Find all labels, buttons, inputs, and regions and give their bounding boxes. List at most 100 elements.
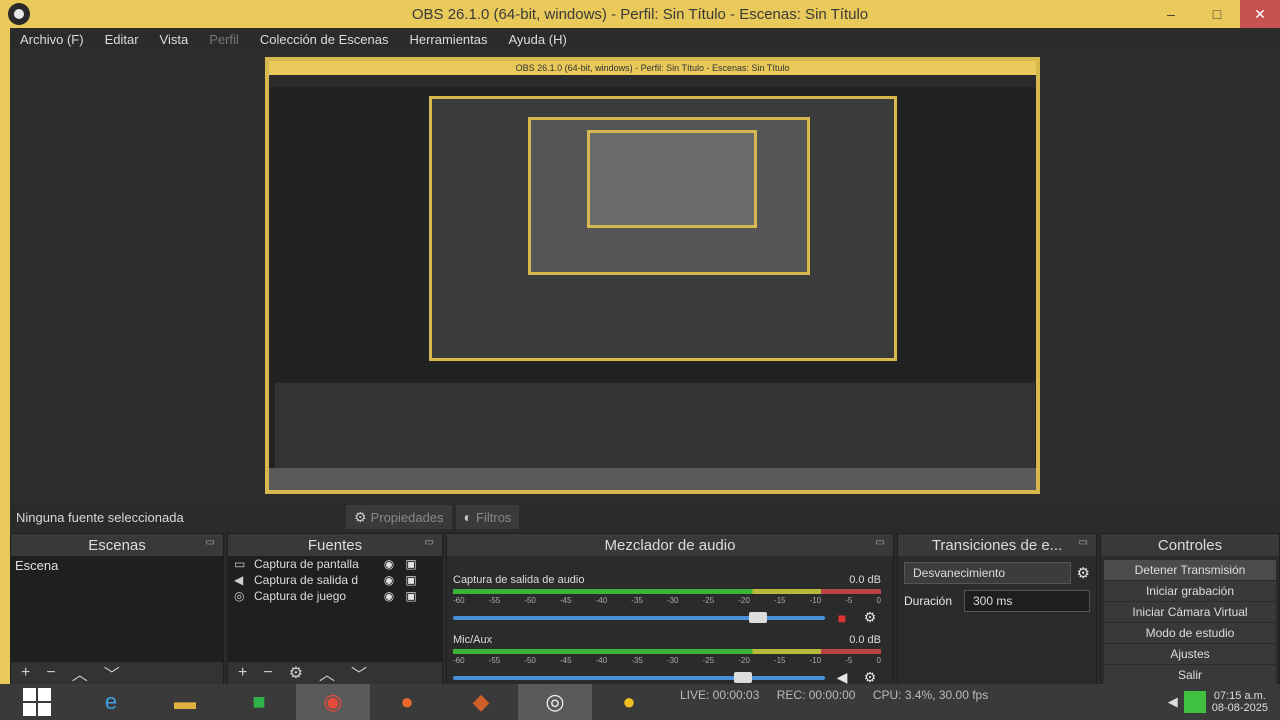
nested-preview-level-4 [587,130,757,228]
chrome-icon[interactable]: ◉ [296,684,370,720]
menu-ayuda[interactable]: Ayuda (H) [509,32,567,47]
add-icon[interactable]: + [21,664,30,682]
duration-label: Duración [904,594,953,608]
lock-icon[interactable]: ▣ [400,557,422,571]
menu-archivo[interactable]: Archivo (F) [20,32,84,47]
shield-app-icon[interactable]: ◆ [444,684,518,720]
undock-icon[interactable]: ▭ [425,537,434,548]
internet-explorer-icon[interactable]: e [74,684,148,720]
stop-streaming-button[interactable]: Detener Transmisión [1104,560,1276,580]
volume-slider[interactable] [453,611,825,623]
slider-knob[interactable] [734,671,753,683]
start-recording-button[interactable]: Iniciar grabación [1104,581,1276,601]
scenes-dock: Escenas ▭ Escena + − ︿ ﹀ [10,533,224,685]
monitor-icon: ▭ [234,557,246,571]
channel-db: 0.0 dB [849,574,881,586]
channel-name: Captura de salida de audio [453,574,585,586]
mixer-channel: Mic/Aux 0.0 dB -60 -55 -50 -45 -40 -35 -30 -25-… [453,634,881,686]
nested-preview-level-3 [528,117,810,275]
nested-preview-level-2 [429,96,897,361]
nested-title: OBS 26.1.0 (64-bit, windows) - Perfil: S… [269,61,1036,75]
eye-icon[interactable]: ◉ [378,573,400,587]
controls-dock: Controles Detener Transmisión Iniciar gr… [1100,533,1280,685]
mixer-title: Mezclador de audio [604,536,736,554]
move-up-icon[interactable]: ︿ [72,661,88,685]
remove-icon[interactable]: − [263,664,272,682]
transition-select[interactable]: Desvanecimiento [904,562,1071,584]
windows-logo-icon [23,688,51,716]
move-down-icon[interactable]: ﹀ [104,661,120,685]
gear-icon[interactable]: ⚙ [1077,564,1090,582]
controls-body: Detener Transmisión Iniciar grabación In… [1101,556,1279,685]
menu-bar: Archivo (F) Editar Vista Perfil Colecció… [0,28,1280,50]
duration-input[interactable]: 300 ms [964,590,1090,612]
source-item[interactable]: ▭ Captura de pantalla ◉ ▣ [228,556,442,572]
volume-icon[interactable]: ◀ [1168,694,1178,710]
add-icon[interactable]: + [238,664,247,682]
menu-coleccion-escenas[interactable]: Colección de Escenas [260,32,389,47]
undock-icon[interactable]: ▭ [876,537,885,548]
nested-docks [275,383,1035,468]
undock-icon[interactable]: ▭ [206,537,215,548]
undock-icon[interactable]: ▭ [1079,537,1088,548]
nested-menu [269,75,1036,87]
clock[interactable]: 07:15 a.m. 08-08-2025 [1212,690,1268,714]
menu-perfil[interactable]: Perfil [209,32,239,47]
sources-footer: + − ⚙ ︿ ﹀ [228,662,442,684]
source-item[interactable]: ◀ Captura de salida d ◉ ▣ [228,572,442,588]
obs-tray-icon[interactable] [1183,691,1206,713]
move-up-icon[interactable]: ︿ [319,661,335,685]
exit-button[interactable]: Salir [1104,665,1276,685]
start-virtual-camera-button[interactable]: Iniciar Cámara Virtual [1104,602,1276,622]
title-bar: OBS 26.1.0 (64-bit, windows) - Perfil: S… [0,0,1280,28]
store-icon[interactable]: ■ [222,684,296,720]
menu-herramientas[interactable]: Herramientas [409,32,487,47]
scene-item[interactable]: Escena [11,556,223,575]
minimize-button[interactable]: – [1148,0,1194,28]
source-item[interactable]: ◎ Captura de juego ◉ ▣ [228,588,442,604]
live-status: LIVE: 00:00:03 [680,688,760,702]
move-down-icon[interactable]: ﹀ [351,661,367,685]
scenes-footer: + − ︿ ﹀ [11,662,223,684]
source-name: Captura de salida d [254,573,359,587]
menu-editar[interactable]: Editar [105,32,139,47]
gear-icon[interactable]: ⚙ [289,663,303,683]
scenes-list: Escena [11,556,223,662]
start-button[interactable] [0,684,74,720]
gear-icon[interactable]: ⚙ [859,609,881,626]
file-explorer-icon[interactable]: ▬ [148,684,222,720]
maximize-button[interactable]: □ [1194,0,1240,28]
volume-slider[interactable] [453,671,825,683]
mixer-body: Captura de salida de audio 0.0 dB -60 -55… [447,556,893,686]
transitions-header: Transiciones de e... ▭ [898,534,1096,556]
studio-mode-button[interactable]: Modo de estudio [1104,623,1276,643]
obs-icon[interactable]: ◎ [518,684,592,720]
firefox-icon[interactable]: ● [370,684,444,720]
lock-icon[interactable]: ▣ [400,589,422,603]
controls-title: Controles [1157,536,1223,554]
lock-icon[interactable]: ▣ [400,573,422,587]
speaker-icon: ◀ [234,573,244,587]
menu-vista[interactable]: Vista [160,32,189,47]
eye-icon[interactable]: ◉ [378,557,400,571]
window-title: OBS 26.1.0 (64-bit, windows) - Perfil: S… [411,5,869,23]
muted-speaker-icon[interactable]: ■ [831,610,853,626]
meter-ticks: -60 -55 -50 -45 -40 -35 -30 -25 -20 -15 -10 -5 0 [453,596,881,605]
remove-icon[interactable]: − [46,664,55,682]
sources-dock: Fuentes ▭ ▭ Captura de pantalla ◉ ▣ ◀ Ca… [227,533,443,685]
filters-button[interactable]: ◐ Filtros [455,505,520,529]
mixer-channel: Captura de salida de audio 0.0 dB -60 -55… [453,574,881,626]
eye-icon[interactable]: ◉ [378,589,400,603]
properties-button[interactable]: ⚙ Propiedades [346,505,452,529]
close-button[interactable]: ✕ [1240,0,1280,28]
nested-taskbar [269,468,1036,490]
slider-knob[interactable] [749,611,768,623]
gear-icon: ⚙ [354,508,367,525]
settings-button[interactable]: Ajustes [1104,644,1276,664]
volume-meter [453,589,881,594]
sources-header: Fuentes ▭ [228,534,442,556]
channel-name: Mic/Aux [453,634,493,646]
obs-status-bar: LIVE: 00:00:03 REC: 00:00:00 CPU: 3.4%, … [680,688,988,702]
game-icon[interactable]: ● [592,684,666,720]
filters-label: Filtros [476,509,512,525]
